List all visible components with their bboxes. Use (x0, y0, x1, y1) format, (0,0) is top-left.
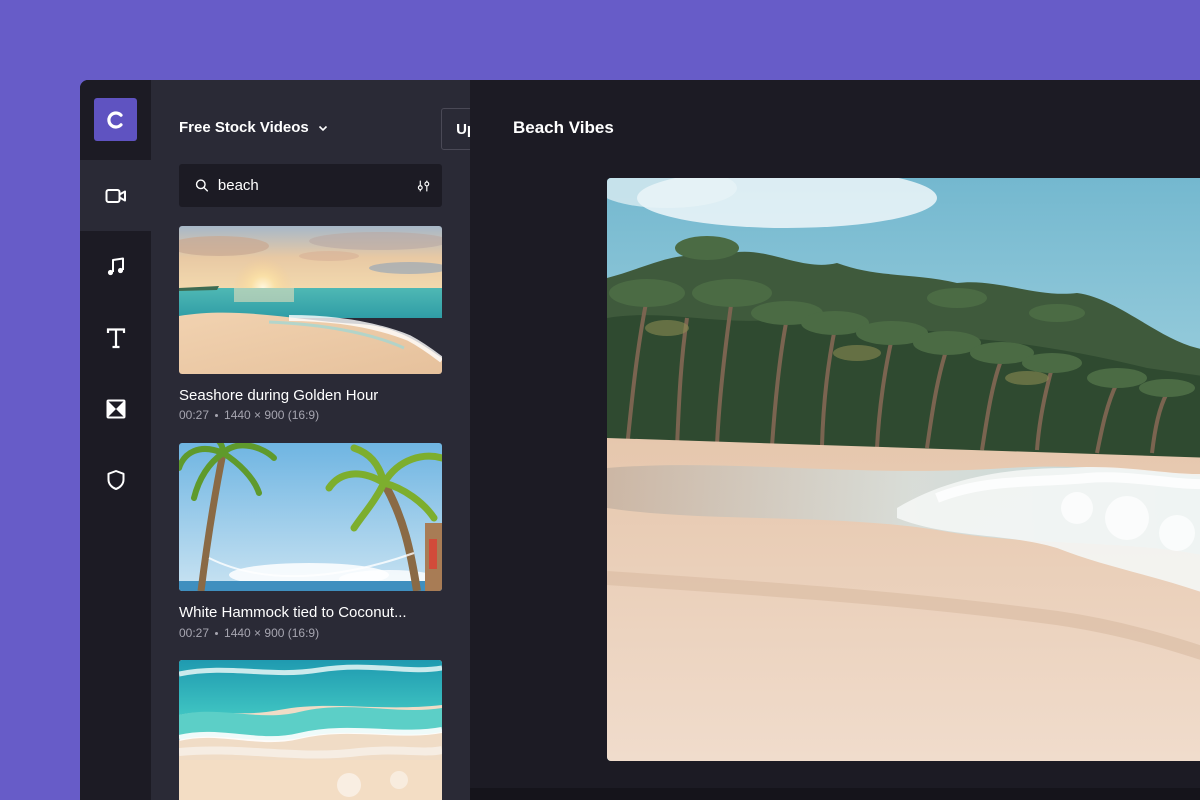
palm-hammock-thumbnail (179, 443, 442, 591)
logo-c-icon (106, 110, 123, 129)
video-icon (105, 188, 126, 203)
rail-transitions-button[interactable] (80, 373, 151, 444)
timeline-strip (470, 788, 1200, 800)
search-icon (195, 179, 209, 192)
clip-thumbnail[interactable] (179, 660, 442, 800)
editor-area: Beach Vibes (470, 80, 1200, 800)
separator-dot (215, 631, 219, 635)
clip-thumbnail[interactable] (179, 443, 442, 591)
rail-text-button[interactable] (80, 302, 151, 373)
text-icon (106, 327, 125, 348)
search-input[interactable] (217, 177, 417, 194)
source-dropdown-label: Free Stock Videos (179, 119, 309, 136)
clip-meta: 00:27 1440 × 900 (16:9) (179, 626, 319, 640)
project-title[interactable]: Beach Vibes (513, 118, 614, 138)
chevron-down-icon (318, 125, 327, 131)
video-preview[interactable] (607, 178, 1200, 761)
search-bar (179, 164, 442, 207)
media-panel: Free Stock Videos Upload (151, 80, 522, 800)
music-note-icon (107, 257, 124, 275)
filter-icon[interactable] (417, 178, 430, 194)
source-dropdown[interactable]: Free Stock Videos (179, 119, 329, 136)
clip-resolution: 1440 × 900 (16:9) (224, 626, 320, 640)
clip-meta: 00:27 1440 × 900 (16:9) (179, 408, 319, 422)
aerial-waves-thumbnail (179, 660, 442, 800)
icon-rail (80, 80, 151, 800)
transition-icon (106, 399, 125, 418)
clip-duration: 00:27 (179, 626, 210, 640)
clip-title: White Hammock tied to Coconut... (179, 604, 407, 621)
clip-thumbnail[interactable] (179, 226, 442, 374)
rail-video-button[interactable] (80, 160, 151, 231)
clip-duration: 00:27 (179, 408, 210, 422)
shield-icon (107, 469, 124, 490)
rail-audio-button[interactable] (80, 231, 151, 302)
clip-resolution: 1440 × 900 (16:9) (224, 408, 320, 422)
clip-title: Seashore during Golden Hour (179, 387, 379, 404)
separator-dot (215, 413, 219, 417)
sunset-beach-thumbnail (179, 226, 442, 374)
editor-window: Free Stock Videos Upload (80, 80, 1200, 800)
palm-beach-preview-image (607, 178, 1200, 761)
rail-brand-button[interactable] (80, 444, 151, 515)
app-logo[interactable] (94, 98, 137, 141)
